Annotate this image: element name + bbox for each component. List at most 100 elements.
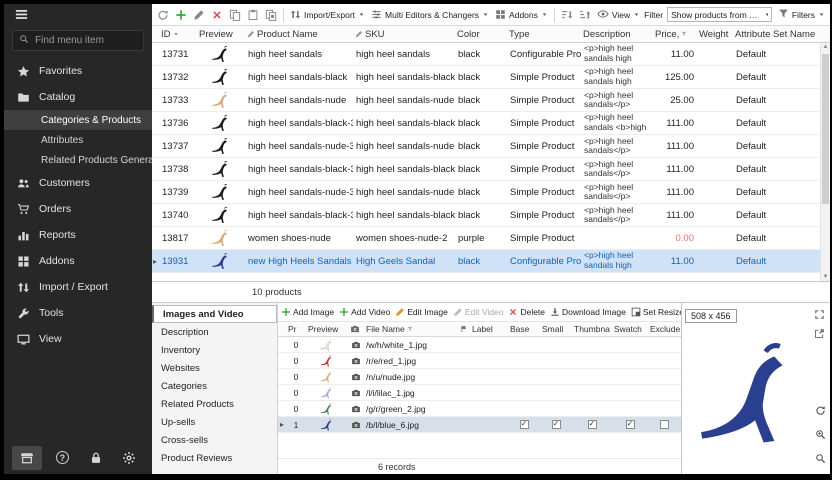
duplicate-button[interactable] <box>263 7 279 23</box>
column-header-attribute-set-name[interactable]: Attribute Set Name <box>733 29 820 40</box>
img-column-flag[interactable] <box>458 324 470 334</box>
delete-product-button[interactable] <box>209 7 225 23</box>
sidebar-item-customers[interactable]: Customers <box>4 170 152 196</box>
cell-exclude-checkbox[interactable] <box>648 420 681 429</box>
img-column-thumbna[interactable]: Thumbna <box>572 324 612 334</box>
tab-related-products[interactable]: Related Products <box>152 395 277 413</box>
open-external-button[interactable] <box>814 326 825 344</box>
sidebar-item-view[interactable]: View <box>4 326 152 352</box>
tab-categories[interactable]: Categories <box>152 377 277 395</box>
sidebar-item-import-export[interactable]: Import / Export <box>4 274 152 300</box>
image-row[interactable]: 0/w/h/white_1.jpg <box>278 337 681 353</box>
sortasc-button[interactable] <box>559 7 575 23</box>
add-image-button[interactable]: Add Image <box>281 307 334 317</box>
sidebar-search-input[interactable]: Find menu item <box>12 30 144 51</box>
gear-button[interactable] <box>116 446 142 470</box>
img-column-pr[interactable]: Pr <box>286 324 306 334</box>
sidebar-item-reports[interactable]: Reports <box>4 222 152 248</box>
sidebar-subitem-categories-products[interactable]: Categories & Products <box>4 110 152 130</box>
sidebar-item-catalog[interactable]: Catalog <box>4 84 152 110</box>
help-button[interactable]: ? <box>49 446 75 470</box>
image-row[interactable]: 0/n/u/nude.jpg <box>278 369 681 385</box>
img-column-swatch[interactable]: Swatch <box>612 324 648 334</box>
column-header-id[interactable]: ID <box>159 29 197 40</box>
img-column-small[interactable]: Small <box>540 324 572 334</box>
image-row[interactable]: 0/g/r/green_2.jpg <box>278 401 681 417</box>
tab-inventory[interactable]: Inventory <box>152 341 277 359</box>
cell-base-checkbox[interactable] <box>508 420 540 429</box>
zoom-button[interactable] <box>815 451 826 469</box>
zoom-in-button[interactable] <box>815 427 826 445</box>
cell-thumbnail-checkbox[interactable] <box>572 420 612 429</box>
small-checkbox[interactable] <box>552 420 561 429</box>
img-column-file-name[interactable]: File Name <box>364 324 458 334</box>
column-header-weight[interactable]: Weight <box>697 29 733 40</box>
set-resize-rule-button[interactable]: Set Resize Rule <box>631 307 681 317</box>
menu-toggle-button[interactable] <box>4 4 152 28</box>
lock-button[interactable] <box>83 446 109 470</box>
rotate-button[interactable] <box>815 403 826 421</box>
product-row[interactable]: 13732high heel sandals-blackhigh heel sa… <box>152 66 830 89</box>
exclude-checkbox[interactable] <box>660 420 669 429</box>
edit-product-button[interactable] <box>191 7 207 23</box>
column-header-preview[interactable]: Preview <box>197 29 245 40</box>
tab-websites[interactable]: Websites <box>152 359 277 377</box>
edit-image-button[interactable]: Edit Image <box>395 307 448 317</box>
tab-product-reviews[interactable]: Product Reviews <box>152 449 277 467</box>
download-image-button[interactable]: Download Image <box>550 307 626 317</box>
product-row[interactable]: 13739high heel sandals-nude-37high heel … <box>152 181 830 204</box>
product-row[interactable]: 13738high heel sandals-black-37high heel… <box>152 158 830 181</box>
image-row[interactable]: 0/r/e/red_1.jpg <box>278 353 681 369</box>
fullscreen-button[interactable] <box>814 307 825 325</box>
paste-button[interactable] <box>245 7 261 23</box>
sidebar-item-tools[interactable]: Tools <box>4 300 152 326</box>
copy-button[interactable] <box>227 7 243 23</box>
sidebar-subitem-attributes[interactable]: Attributes <box>4 130 152 150</box>
column-header-sku[interactable]: SKU <box>353 29 455 40</box>
vertical-scrollbar[interactable] <box>820 43 830 281</box>
add-product-button[interactable] <box>173 7 189 23</box>
cell-swatch-checkbox[interactable] <box>612 420 648 429</box>
column-header-type[interactable]: Type <box>507 29 581 40</box>
sidebar-subitem-related-products-generator[interactable]: Related Products Generator <box>4 150 152 170</box>
sidebar-item-addons[interactable]: Addons <box>4 248 152 274</box>
tab-cross-sells[interactable]: Cross-sells <box>152 431 277 449</box>
img-column-exclude[interactable]: Exclude <box>648 324 681 334</box>
image-row[interactable]: ▸1/b/l/blue_6.jpg <box>278 417 681 433</box>
column-header-product-name[interactable]: Product Name <box>245 29 353 40</box>
column-header-price[interactable]: Price, <box>653 29 697 40</box>
img-column-label[interactable]: Label <box>470 324 508 334</box>
sortdesc-button[interactable] <box>577 7 593 23</box>
product-row[interactable]: 13733high heel sandals-nudehigh heel san… <box>152 89 830 112</box>
column-header-description[interactable]: Description <box>581 29 653 40</box>
scrollbar-thumb[interactable] <box>822 54 829 204</box>
product-row[interactable]: 13740high heel sandals-black-38high heel… <box>152 204 830 227</box>
sidebar-item-orders[interactable]: Orders <box>4 196 152 222</box>
tab-up-sells[interactable]: Up-sells <box>152 413 277 431</box>
addons-menu[interactable]: Addons <box>493 7 550 22</box>
img-column-preview[interactable]: Preview <box>306 324 348 334</box>
image-row[interactable]: 0/l/i/lilac_1.jpg <box>278 385 681 401</box>
product-row[interactable]: 13817women shoes-nudewomen shoes-nude-2p… <box>152 227 830 250</box>
img-column-base[interactable]: Base <box>508 324 540 334</box>
product-row[interactable]: 13737high heel sandals-nude-36high heel … <box>152 135 830 158</box>
multi-editors-changers-menu[interactable]: Multi Editors & Changers <box>369 7 491 22</box>
column-header-color[interactable]: Color <box>455 29 507 40</box>
store-button[interactable] <box>12 446 42 470</box>
product-row[interactable]: 13736high heel sandals-black-36high heel… <box>152 112 830 135</box>
tab-description[interactable]: Description <box>152 323 277 341</box>
add-video-button[interactable]: Add Video <box>339 307 390 317</box>
tab-images-and-video[interactable]: Images and Video <box>152 305 277 323</box>
thumbnail-checkbox[interactable] <box>588 420 597 429</box>
import-export-menu[interactable]: Import/Export <box>288 7 367 22</box>
view-menu[interactable]: View <box>595 6 642 24</box>
category-filter-select[interactable]: Show products from selected categories <box>667 7 772 22</box>
product-row[interactable]: 13731high heel sandalshigh heel sandalsb… <box>152 43 830 66</box>
product-row[interactable]: ▸13931new High Heels SandalsHigh Geels S… <box>152 250 830 273</box>
base-checkbox[interactable] <box>520 420 529 429</box>
delete-image-button[interactable]: Delete <box>508 307 545 317</box>
sidebar-item-favorites[interactable]: Favorites <box>4 58 152 84</box>
swatch-checkbox[interactable] <box>626 420 635 429</box>
img-column-camera[interactable] <box>348 324 364 334</box>
filters-menu[interactable]: Filters <box>776 6 827 23</box>
